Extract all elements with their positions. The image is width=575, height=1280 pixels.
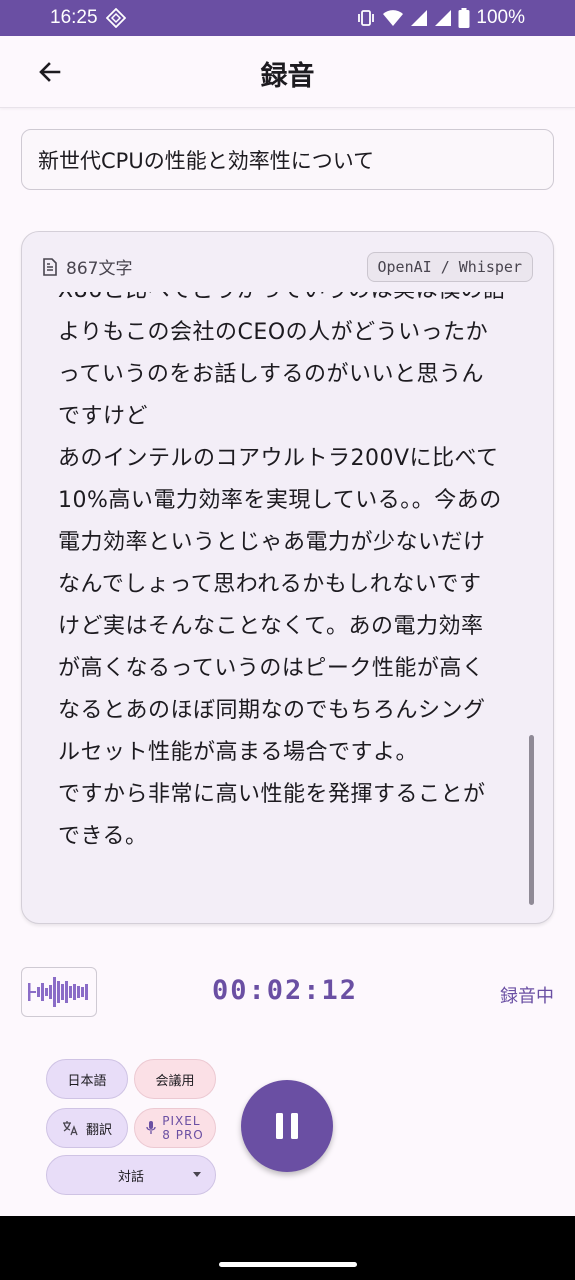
language-label: 日本語 [67, 1073, 107, 1089]
translate-chip[interactable]: 翻訳 [46, 1108, 128, 1148]
navigation-bar [0, 1216, 575, 1280]
wifi-icon [382, 8, 404, 28]
engine-label: OpenAI / Whisper [377, 258, 523, 276]
transcript-card: 867文字 OpenAI / Whisper X86と比べてどうかっていうのは実… [21, 231, 554, 924]
pause-button[interactable] [241, 1080, 333, 1172]
mic-device-line2: 8 PRO [162, 1128, 204, 1142]
microphone-chip[interactable]: PIXEL 8 PRO [134, 1108, 216, 1148]
mic-device-line1: PIXEL [162, 1114, 201, 1128]
battery-percent: 100% [476, 7, 525, 28]
translate-label: 翻訳 [85, 1122, 112, 1138]
mic-device-label: PIXEL 8 PRO [162, 1114, 203, 1142]
page-title: 録音 [260, 61, 315, 92]
recording-title-value: 新世代CPUの性能と効率性について [38, 148, 375, 173]
signal-icon [410, 9, 428, 27]
recording-timer: 00:02:12 [211, 975, 359, 1006]
meeting-mode-chip[interactable]: 会議用 [134, 1059, 216, 1099]
transcript-text: X86と比べてどうかっていうのは実は僕の話 よりもこの会社のCEOの人がどういっ… [58, 292, 505, 849]
diamond-grid-icon [105, 8, 126, 28]
status-time: 16:25 [50, 7, 98, 28]
dialog-mode-label: 対話 [117, 1169, 144, 1185]
meeting-mode-label: 会議用 [155, 1073, 195, 1089]
status-bar: 16:25 100% [0, 0, 575, 36]
status-left: 16:25 [50, 7, 126, 29]
waveform-icon [28, 977, 88, 1007]
dialog-mode-dropdown[interactable]: 対話 [46, 1155, 216, 1195]
document-icon [43, 257, 57, 276]
dropdown-arrow-icon [193, 1172, 201, 1177]
char-count: 867文字 [42, 254, 132, 279]
mic-icon [146, 1121, 156, 1134]
waveform-button[interactable] [21, 967, 97, 1017]
char-count-label: 867文字 [66, 259, 133, 279]
engine-chip[interactable]: OpenAI / Whisper [366, 252, 533, 282]
language-chip[interactable]: 日本語 [46, 1059, 128, 1099]
recording-title-input[interactable]: 新世代CPUの性能と効率性について [21, 129, 554, 190]
status-right: 100% [356, 7, 525, 29]
app-bar: 録音 [0, 36, 575, 108]
transcript-scroll-area[interactable]: X86と比べてどうかっていうのは実は僕の話 よりもこの会社のCEOの人がどういっ… [58, 292, 518, 912]
home-indicator[interactable] [219, 1262, 357, 1267]
signal-icon-2 [434, 9, 452, 27]
battery-icon [458, 8, 470, 28]
pause-icon [276, 1113, 298, 1139]
vibrate-icon [356, 8, 376, 28]
scrollbar[interactable] [529, 735, 534, 905]
translate-icon [62, 1121, 78, 1136]
recording-status: 録音中 [500, 986, 554, 1007]
